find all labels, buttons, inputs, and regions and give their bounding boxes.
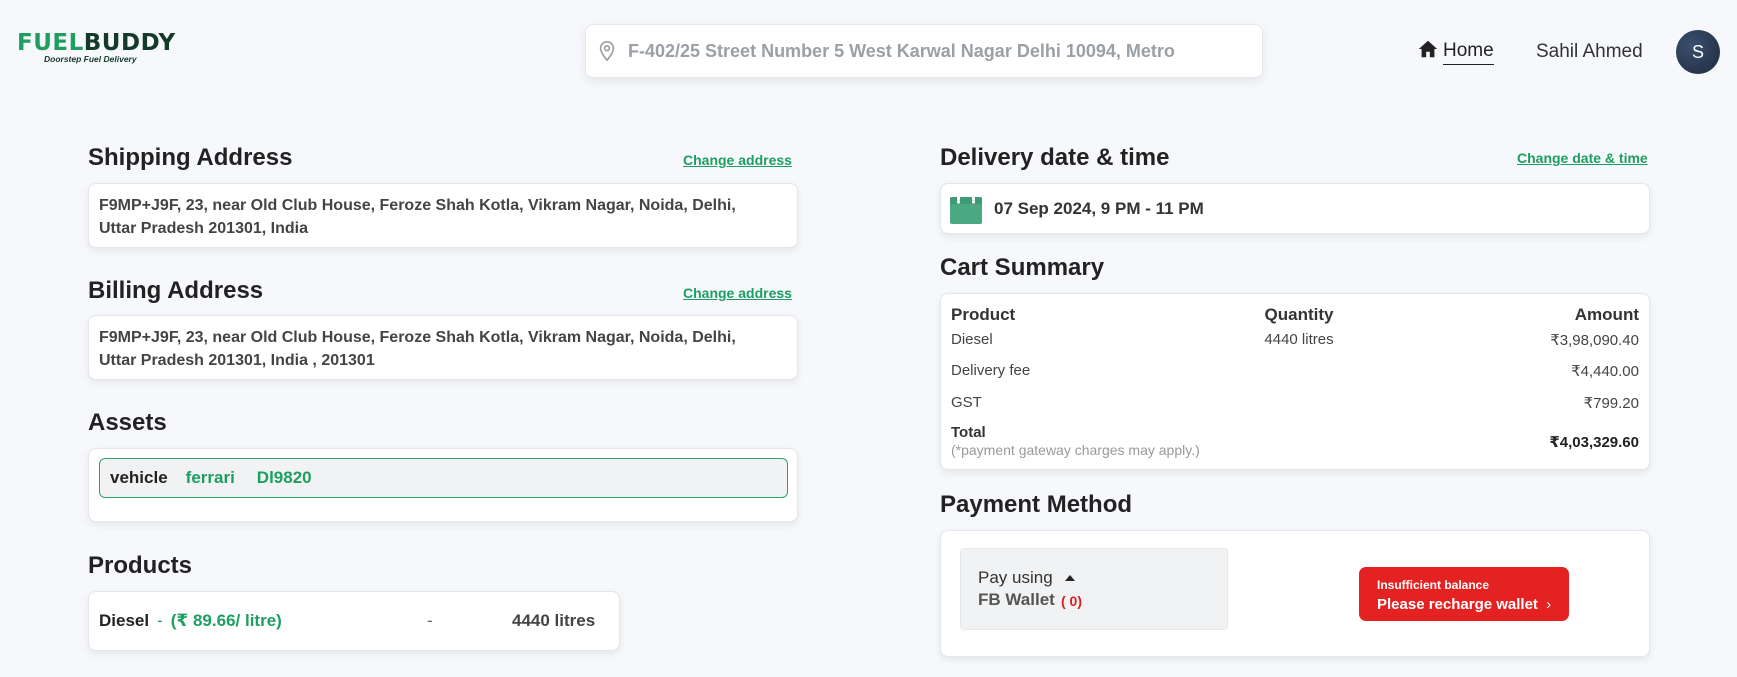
cart-total-amount: ₹4,03,329.60 [1549,434,1639,451]
cart-header-amount: Amount [1574,305,1639,324]
logo-part-fuel: FUEL [17,30,84,56]
payment-method-card: Pay using FB Wallet ( 0) Insufficient ba… [940,530,1650,657]
shipping-address-line2: Uttar Pradesh 201301, India [99,220,308,237]
cart-summary-title: Cart Summary [940,254,1105,281]
delivery-date-time: 07 Sep 2024, 9 PM - 11 PM [994,198,1204,218]
calendar-icon [950,193,982,224]
shipping-change-address-link[interactable]: Change address [683,152,792,168]
cart-row-amount: ₹3,98,090.40 [1550,332,1639,349]
cart-header-quantity: Quantity [1264,305,1334,324]
payment-method-title: Payment Method [940,491,1133,518]
logo-part-buddy: BUDDY [83,30,176,56]
shipping-address-text: F9MP+J9F, 23, near Old Club House, Feroz… [89,184,797,250]
billing-address-card: F9MP+J9F, 23, near Old Club House, Feroz… [88,315,798,380]
recharge-wallet-label: Please recharge wallet › [1377,596,1551,613]
cart-row-product: GST [951,394,982,411]
logo-wordmark: FUELBUDDY [17,30,176,56]
cart-row-amount: ₹799.20 [1583,395,1639,412]
wallet-balance: ( 0) [1061,593,1082,609]
cart-row-amount: ₹4,440.00 [1571,363,1639,380]
billing-address-line2: Uttar Pradesh 201301, India , 201301 [99,352,375,369]
avatar[interactable]: S [1676,30,1720,74]
asset-item-vehicle[interactable]: vehicle ferrari Dl9820 [99,458,788,498]
product-row: Diesel - (₹ 89.66/ litre) - 4440 litres [89,592,619,650]
change-date-time-link[interactable]: Change date & time [1517,150,1648,166]
shipping-address-card: F9MP+J9F, 23, near Old Club House, Feroz… [88,183,798,248]
payment-option-box[interactable]: Pay using FB Wallet ( 0) [960,548,1228,630]
asset-number: Dl9820 [256,468,312,487]
cart-row-quantity: 4440 litres [1264,331,1334,348]
location-search-value[interactable]: F-402/25 Street Number 5 West Karwal Nag… [628,41,1175,62]
cart-total-note: (*payment gateway charges may apply.) [951,442,1200,458]
billing-address-line1: F9MP+J9F, 23, near Old Club House, Feroz… [99,329,736,346]
nav-home-link[interactable]: Home [1417,38,1494,65]
user-name[interactable]: Sahil Ahmed [1536,41,1643,63]
product-unit-price: (₹ 89.66/ litre) [170,611,282,630]
location-pin-icon [599,41,615,62]
nav-home-label: Home [1443,40,1494,65]
billing-change-address-link[interactable]: Change address [683,285,792,301]
product-dash: - [157,611,163,630]
logo[interactable]: FUELBUDDY Doorstep Fuel Delivery [17,30,176,64]
insufficient-balance-text: Insufficient balance [1377,578,1490,592]
billing-address-title: Billing Address [88,277,264,304]
cart-header-product: Product [951,305,1016,324]
delivery-title: Delivery date & time [940,144,1170,171]
location-search-bar[interactable]: F-402/25 Street Number 5 West Karwal Nag… [585,24,1263,78]
billing-address-text: F9MP+J9F, 23, near Old Club House, Feroz… [89,316,797,382]
delivery-card: 07 Sep 2024, 9 PM - 11 PM [940,183,1650,234]
product-quantity: 4440 litres [512,611,596,630]
product-separator: - [427,611,433,630]
asset-name: ferrari [185,468,235,487]
pay-using-label: Pay using [978,568,1053,587]
cart-total-row: Total (*payment gateway charges may appl… [951,424,1639,458]
payment-wallet-name: FB Wallet [978,590,1055,609]
asset-type: vehicle [110,468,168,487]
product-name: Diesel [99,611,150,630]
products-title: Products [88,552,193,579]
product-card: Diesel - (₹ 89.66/ litre) - 4440 litres [88,591,620,651]
cart-summary-card: Product Quantity Amount Diesel 4440 litr… [940,293,1650,470]
assets-title: Assets [88,409,167,436]
home-icon [1418,40,1438,58]
recharge-wallet-button[interactable]: Insufficient balance Please recharge wal… [1359,567,1569,621]
shipping-address-title: Shipping Address [88,144,293,171]
caret-up-icon[interactable] [1065,575,1075,581]
chevron-right-icon: › [1546,596,1552,613]
cart-row-product: Diesel [951,331,993,348]
cart-row-product: Delivery fee [951,362,1031,379]
cart-total-label: Total [951,424,986,441]
recharge-wallet-text: Please recharge wallet [1377,596,1538,613]
shipping-address-line1: F9MP+J9F, 23, near Old Club House, Feroz… [99,197,736,214]
delivery-row: 07 Sep 2024, 9 PM - 11 PM [941,184,1649,233]
assets-card: vehicle ferrari Dl9820 [88,448,798,522]
